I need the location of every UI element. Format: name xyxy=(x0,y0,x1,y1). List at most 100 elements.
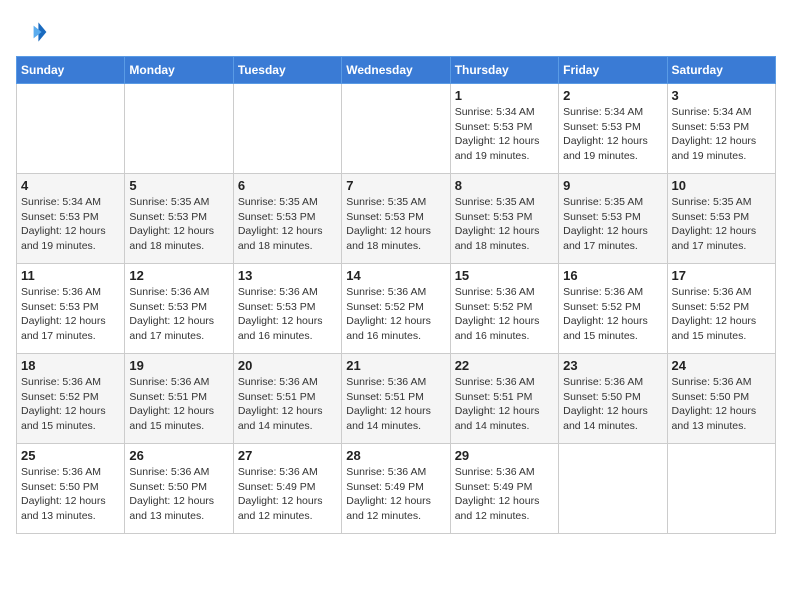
calendar-cell: 22Sunrise: 5:36 AM Sunset: 5:51 PM Dayli… xyxy=(450,354,558,444)
calendar-cell: 25 Sunrise: 5:36 AM Sunset: 5:50 PM Dayli… xyxy=(17,444,125,534)
day-info: Sunrise: 5:36 AM Sunset: 5:52 PM Dayligh… xyxy=(455,285,554,344)
day-number: 20 xyxy=(238,358,337,373)
day-info: Sunrise: 5:34 AM Sunset: 5:53 PM Dayligh… xyxy=(455,105,554,164)
day-number: 19 xyxy=(129,358,228,373)
day-info: Sunrise: 5:35 AM Sunset: 5:53 PM Dayligh… xyxy=(346,195,445,254)
calendar-cell xyxy=(125,84,233,174)
calendar-cell: 19 Sunrise: 5:36 AM Sunset: 5:51 PM Dayli… xyxy=(125,354,233,444)
day-info: Sunrise: 5:36 AM Sunset: 5:49 PM Dayligh… xyxy=(346,465,445,524)
day-info: Sunrise: 5:34 AM Sunset: 5:53 PM Dayligh… xyxy=(21,195,120,254)
calendar-cell xyxy=(667,444,775,534)
day-info: Sunrise: 5:36 AM Sunset: 5:50 PM Dayligh… xyxy=(129,465,228,524)
day-info: Sunrise: 5:34 AM Sunset: 5:53 PM Dayligh… xyxy=(563,105,662,164)
calendar-cell: 9 Sunrise: 5:35 AM Sunset: 5:53 PM Daylig… xyxy=(559,174,667,264)
generalblue-logo-icon xyxy=(16,16,48,48)
day-number: 24 xyxy=(672,358,771,373)
day-info: Sunrise: 5:36 AM Sunset: 5:52 PM Dayligh… xyxy=(346,285,445,344)
day-number: 29 xyxy=(455,448,554,463)
calendar-cell: 8 Sunrise: 5:35 AM Sunset: 5:53 PM Daylig… xyxy=(450,174,558,264)
calendar-cell: 21 Sunrise: 5:36 AM Sunset: 5:51 PM Dayli… xyxy=(342,354,450,444)
logo xyxy=(16,16,52,48)
week-row-4: 18Sunrise: 5:36 AM Sunset: 5:52 PM Dayli… xyxy=(17,354,776,444)
calendar-cell: 13 Sunrise: 5:36 AM Sunset: 5:53 PM Dayli… xyxy=(233,264,341,354)
calendar-cell xyxy=(233,84,341,174)
day-info: Sunrise: 5:36 AM Sunset: 5:51 PM Dayligh… xyxy=(238,375,337,434)
weekday-header-friday: Friday xyxy=(559,57,667,84)
calendar-cell xyxy=(559,444,667,534)
weekday-header-monday: Monday xyxy=(125,57,233,84)
calendar-cell: 7Sunrise: 5:35 AM Sunset: 5:53 PM Daylig… xyxy=(342,174,450,264)
day-info: Sunrise: 5:36 AM Sunset: 5:50 PM Dayligh… xyxy=(563,375,662,434)
calendar-cell: 10 Sunrise: 5:35 AM Sunset: 5:53 PM Dayli… xyxy=(667,174,775,264)
week-row-3: 11 Sunrise: 5:36 AM Sunset: 5:53 PM Dayli… xyxy=(17,264,776,354)
calendar-cell: 4 Sunrise: 5:34 AM Sunset: 5:53 PM Daylig… xyxy=(17,174,125,264)
calendar-cell: 2 Sunrise: 5:34 AM Sunset: 5:53 PM Daylig… xyxy=(559,84,667,174)
week-row-5: 25 Sunrise: 5:36 AM Sunset: 5:50 PM Dayli… xyxy=(17,444,776,534)
day-number: 15 xyxy=(455,268,554,283)
day-number: 1 xyxy=(455,88,554,103)
day-number: 9 xyxy=(563,178,662,193)
calendar-cell: 12Sunrise: 5:36 AM Sunset: 5:53 PM Dayli… xyxy=(125,264,233,354)
day-info: Sunrise: 5:36 AM Sunset: 5:49 PM Dayligh… xyxy=(238,465,337,524)
calendar-cell: 27 Sunrise: 5:36 AM Sunset: 5:49 PM Dayli… xyxy=(233,444,341,534)
day-number: 17 xyxy=(672,268,771,283)
day-number: 26 xyxy=(129,448,228,463)
day-info: Sunrise: 5:36 AM Sunset: 5:51 PM Dayligh… xyxy=(129,375,228,434)
day-number: 18 xyxy=(21,358,120,373)
weekday-header-wednesday: Wednesday xyxy=(342,57,450,84)
week-row-2: 4 Sunrise: 5:34 AM Sunset: 5:53 PM Daylig… xyxy=(17,174,776,264)
day-info: Sunrise: 5:34 AM Sunset: 5:53 PM Dayligh… xyxy=(672,105,771,164)
calendar-cell: 1 Sunrise: 5:34 AM Sunset: 5:53 PM Daylig… xyxy=(450,84,558,174)
calendar-cell: 6 Sunrise: 5:35 AM Sunset: 5:53 PM Daylig… xyxy=(233,174,341,264)
day-info: Sunrise: 5:35 AM Sunset: 5:53 PM Dayligh… xyxy=(129,195,228,254)
day-info: Sunrise: 5:36 AM Sunset: 5:51 PM Dayligh… xyxy=(346,375,445,434)
day-number: 23 xyxy=(563,358,662,373)
calendar-cell: 20 Sunrise: 5:36 AM Sunset: 5:51 PM Dayli… xyxy=(233,354,341,444)
calendar-cell: 11 Sunrise: 5:36 AM Sunset: 5:53 PM Dayli… xyxy=(17,264,125,354)
weekday-header-saturday: Saturday xyxy=(667,57,775,84)
day-info: Sunrise: 5:35 AM Sunset: 5:53 PM Dayligh… xyxy=(455,195,554,254)
day-info: Sunrise: 5:36 AM Sunset: 5:50 PM Dayligh… xyxy=(672,375,771,434)
day-number: 8 xyxy=(455,178,554,193)
day-number: 13 xyxy=(238,268,337,283)
day-number: 25 xyxy=(21,448,120,463)
day-info: Sunrise: 5:36 AM Sunset: 5:53 PM Dayligh… xyxy=(129,285,228,344)
day-number: 28 xyxy=(346,448,445,463)
calendar-cell: 17Sunrise: 5:36 AM Sunset: 5:52 PM Dayli… xyxy=(667,264,775,354)
calendar-cell: 18Sunrise: 5:36 AM Sunset: 5:52 PM Dayli… xyxy=(17,354,125,444)
calendar-cell: 14 Sunrise: 5:36 AM Sunset: 5:52 PM Dayli… xyxy=(342,264,450,354)
weekday-header-tuesday: Tuesday xyxy=(233,57,341,84)
day-info: Sunrise: 5:36 AM Sunset: 5:51 PM Dayligh… xyxy=(455,375,554,434)
calendar-cell: 15 Sunrise: 5:36 AM Sunset: 5:52 PM Dayli… xyxy=(450,264,558,354)
day-info: Sunrise: 5:36 AM Sunset: 5:53 PM Dayligh… xyxy=(21,285,120,344)
calendar-cell xyxy=(17,84,125,174)
day-info: Sunrise: 5:36 AM Sunset: 5:53 PM Dayligh… xyxy=(238,285,337,344)
day-number: 6 xyxy=(238,178,337,193)
day-number: 5 xyxy=(129,178,228,193)
day-info: Sunrise: 5:35 AM Sunset: 5:53 PM Dayligh… xyxy=(672,195,771,254)
calendar-cell xyxy=(342,84,450,174)
weekday-header-row: SundayMondayTuesdayWednesdayThursdayFrid… xyxy=(17,57,776,84)
calendar-cell: 23 Sunrise: 5:36 AM Sunset: 5:50 PM Dayli… xyxy=(559,354,667,444)
day-info: Sunrise: 5:36 AM Sunset: 5:50 PM Dayligh… xyxy=(21,465,120,524)
weekday-header-sunday: Sunday xyxy=(17,57,125,84)
day-number: 2 xyxy=(563,88,662,103)
day-number: 4 xyxy=(21,178,120,193)
calendar-cell: 5 Sunrise: 5:35 AM Sunset: 5:53 PM Daylig… xyxy=(125,174,233,264)
day-number: 14 xyxy=(346,268,445,283)
day-info: Sunrise: 5:35 AM Sunset: 5:53 PM Dayligh… xyxy=(238,195,337,254)
day-number: 10 xyxy=(672,178,771,193)
calendar-cell: 24 Sunrise: 5:36 AM Sunset: 5:50 PM Dayli… xyxy=(667,354,775,444)
day-info: Sunrise: 5:36 AM Sunset: 5:49 PM Dayligh… xyxy=(455,465,554,524)
week-row-1: 1 Sunrise: 5:34 AM Sunset: 5:53 PM Daylig… xyxy=(17,84,776,174)
day-number: 3 xyxy=(672,88,771,103)
calendar-table: SundayMondayTuesdayWednesdayThursdayFrid… xyxy=(16,56,776,534)
day-number: 27 xyxy=(238,448,337,463)
day-number: 11 xyxy=(21,268,120,283)
day-number: 21 xyxy=(346,358,445,373)
calendar-cell: 29 Sunrise: 5:36 AM Sunset: 5:49 PM Dayli… xyxy=(450,444,558,534)
day-info: Sunrise: 5:35 AM Sunset: 5:53 PM Dayligh… xyxy=(563,195,662,254)
calendar-cell: 16Sunrise: 5:36 AM Sunset: 5:52 PM Dayli… xyxy=(559,264,667,354)
weekday-header-thursday: Thursday xyxy=(450,57,558,84)
calendar-cell: 3 Sunrise: 5:34 AM Sunset: 5:53 PM Daylig… xyxy=(667,84,775,174)
